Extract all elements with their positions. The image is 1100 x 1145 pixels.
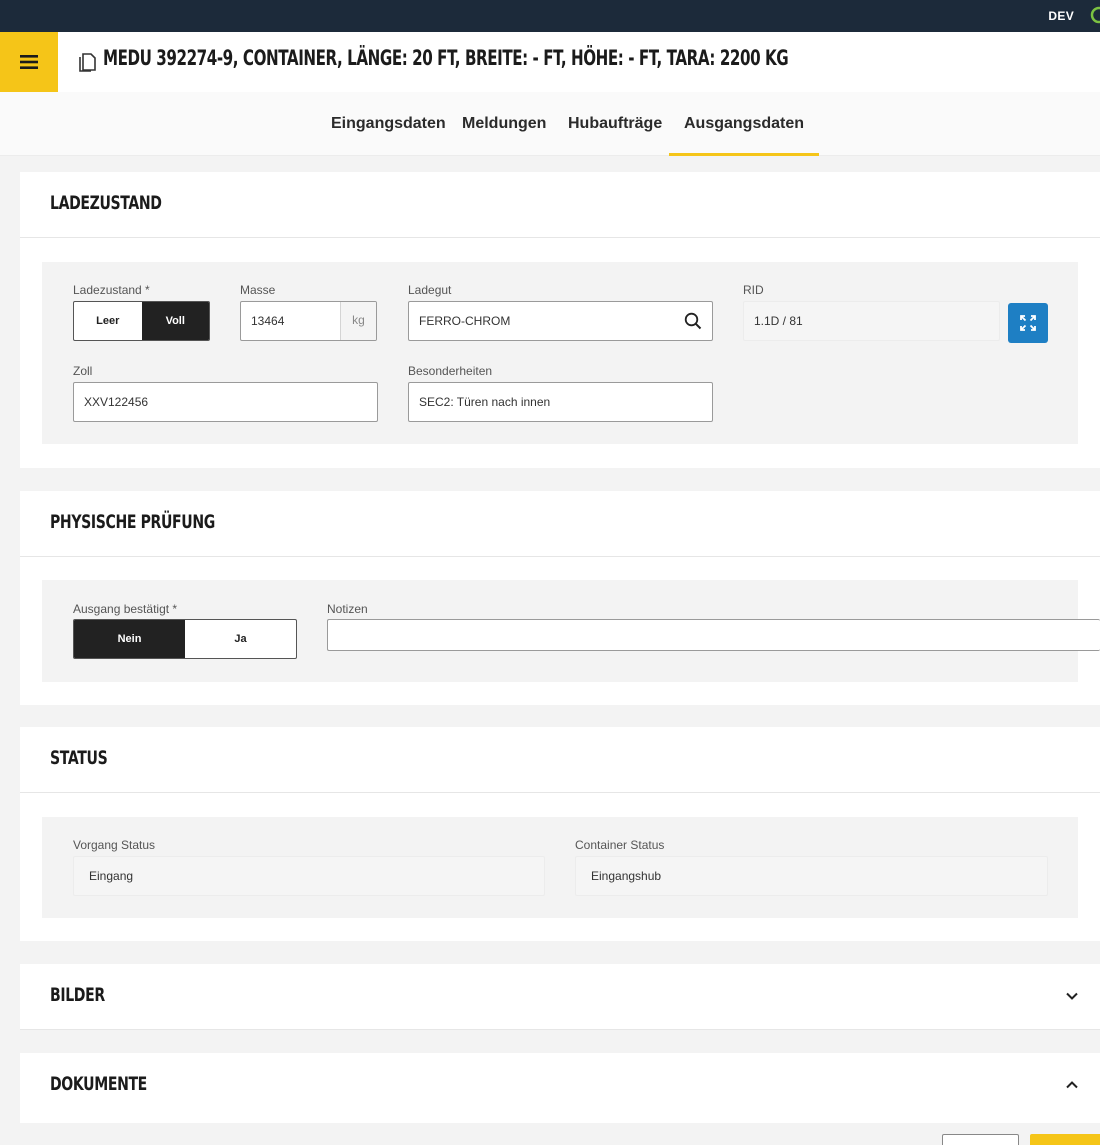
besonderheiten-label: Besonderheiten: [408, 364, 493, 378]
menu-button[interactable]: [0, 32, 58, 92]
rid-field: 1.1D / 81: [743, 301, 1000, 341]
masse-unit: kg: [340, 302, 376, 340]
masse-input[interactable]: 13464 kg: [240, 301, 377, 341]
status-logo-icon: [1090, 6, 1100, 24]
notizen-label: Notizen: [327, 602, 368, 616]
chevron-up-icon[interactable]: [1064, 1077, 1080, 1093]
zoll-label: Zoll: [73, 364, 93, 378]
chevron-down-icon[interactable]: [1064, 988, 1080, 1004]
pruefung-panel: Ausgang bestätigt * Nein Ja Notizen: [42, 580, 1100, 682]
top-bar: DEV: [0, 0, 1100, 32]
card-dokumente[interactable]: DOKUMENTE: [20, 1053, 1100, 1123]
title-bar: MEDU 392274-9, Container, Länge: 20 ft, …: [0, 32, 1100, 92]
primary-button[interactable]: [1030, 1134, 1100, 1145]
card-header: LADEZUSTAND: [20, 172, 1100, 238]
masse-label: Masse: [240, 283, 276, 297]
tab-meldungen[interactable]: Meldungen: [447, 92, 561, 156]
tab-eingangsdaten[interactable]: Eingangsdaten: [316, 92, 461, 156]
environment-label: DEV: [1048, 9, 1074, 23]
notizen-input[interactable]: [327, 619, 1100, 651]
ausgang-toggle: Nein Ja: [73, 619, 297, 659]
tab-ausgangsdaten[interactable]: Ausgangsdaten: [669, 92, 820, 156]
ladegut-label: Ladegut: [408, 283, 452, 297]
vorgang-status-field: Eingang: [73, 856, 545, 896]
option-nein[interactable]: Nein: [74, 620, 185, 658]
card-header: STATUS: [20, 727, 1100, 793]
ausgang-label: Ausgang bestätigt *: [73, 602, 178, 616]
ladezustand-panel: Ladezustand * Leer Voll Masse 13464 kg L…: [42, 262, 1078, 444]
page-title: MEDU 392274-9, Container, Länge: 20 ft, …: [103, 46, 789, 70]
card-header: DOKUMENTE: [20, 1053, 1100, 1119]
besonderheiten-input[interactable]: SEC2: Türen nach innen: [408, 382, 713, 422]
status-panel: Vorgang Status Eingang Container Status …: [42, 817, 1078, 918]
ladezustand-toggle: Leer Voll: [73, 301, 210, 341]
ladegut-value: FERRO-CHROM: [419, 314, 511, 328]
search-icon[interactable]: [684, 312, 702, 330]
option-voll[interactable]: Voll: [141, 302, 209, 340]
ladezustand-label: Ladezustand *: [73, 283, 150, 297]
card-physische-pruefung: PHYSISCHE PRÜFUNG Ausgang bestätigt * Ne…: [20, 491, 1100, 705]
card-header: PHYSISCHE PRÜFUNG: [20, 491, 1100, 557]
secondary-button[interactable]: [942, 1134, 1019, 1145]
card-status: STATUS Vorgang Status Eingang Container …: [20, 727, 1100, 941]
expand-icon: [1020, 315, 1036, 331]
container-status-field: Eingangshub: [575, 856, 1048, 896]
option-leer[interactable]: Leer: [74, 302, 142, 340]
rid-label: RID: [743, 283, 764, 297]
option-ja[interactable]: Ja: [185, 620, 296, 658]
section-title: PHYSISCHE PRÜFUNG: [50, 511, 215, 533]
vorgang-status-label: Vorgang Status: [73, 838, 156, 852]
masse-value: 13464: [251, 314, 285, 328]
card-bilder[interactable]: BILDER: [20, 964, 1100, 1030]
tab-hubauftraege[interactable]: Hubaufträge: [553, 92, 677, 156]
container-status-label: Container Status: [575, 838, 665, 852]
card-header: BILDER: [20, 964, 1100, 1030]
ladegut-input[interactable]: FERRO-CHROM: [408, 301, 713, 341]
section-title: BILDER: [50, 984, 105, 1006]
section-title: LADEZUSTAND: [50, 192, 162, 214]
document-icon: [79, 53, 96, 72]
tab-bar: Eingangsdaten Meldungen Hubaufträge Ausg…: [0, 92, 1100, 156]
section-title: DOKUMENTE: [50, 1073, 147, 1095]
section-title: STATUS: [50, 747, 108, 769]
hamburger-icon: [20, 55, 38, 69]
expand-button[interactable]: [1008, 303, 1048, 343]
zoll-input[interactable]: XXV122456: [73, 382, 378, 422]
card-ladezustand: LADEZUSTAND Ladezustand * Leer Voll Mass…: [20, 172, 1100, 468]
